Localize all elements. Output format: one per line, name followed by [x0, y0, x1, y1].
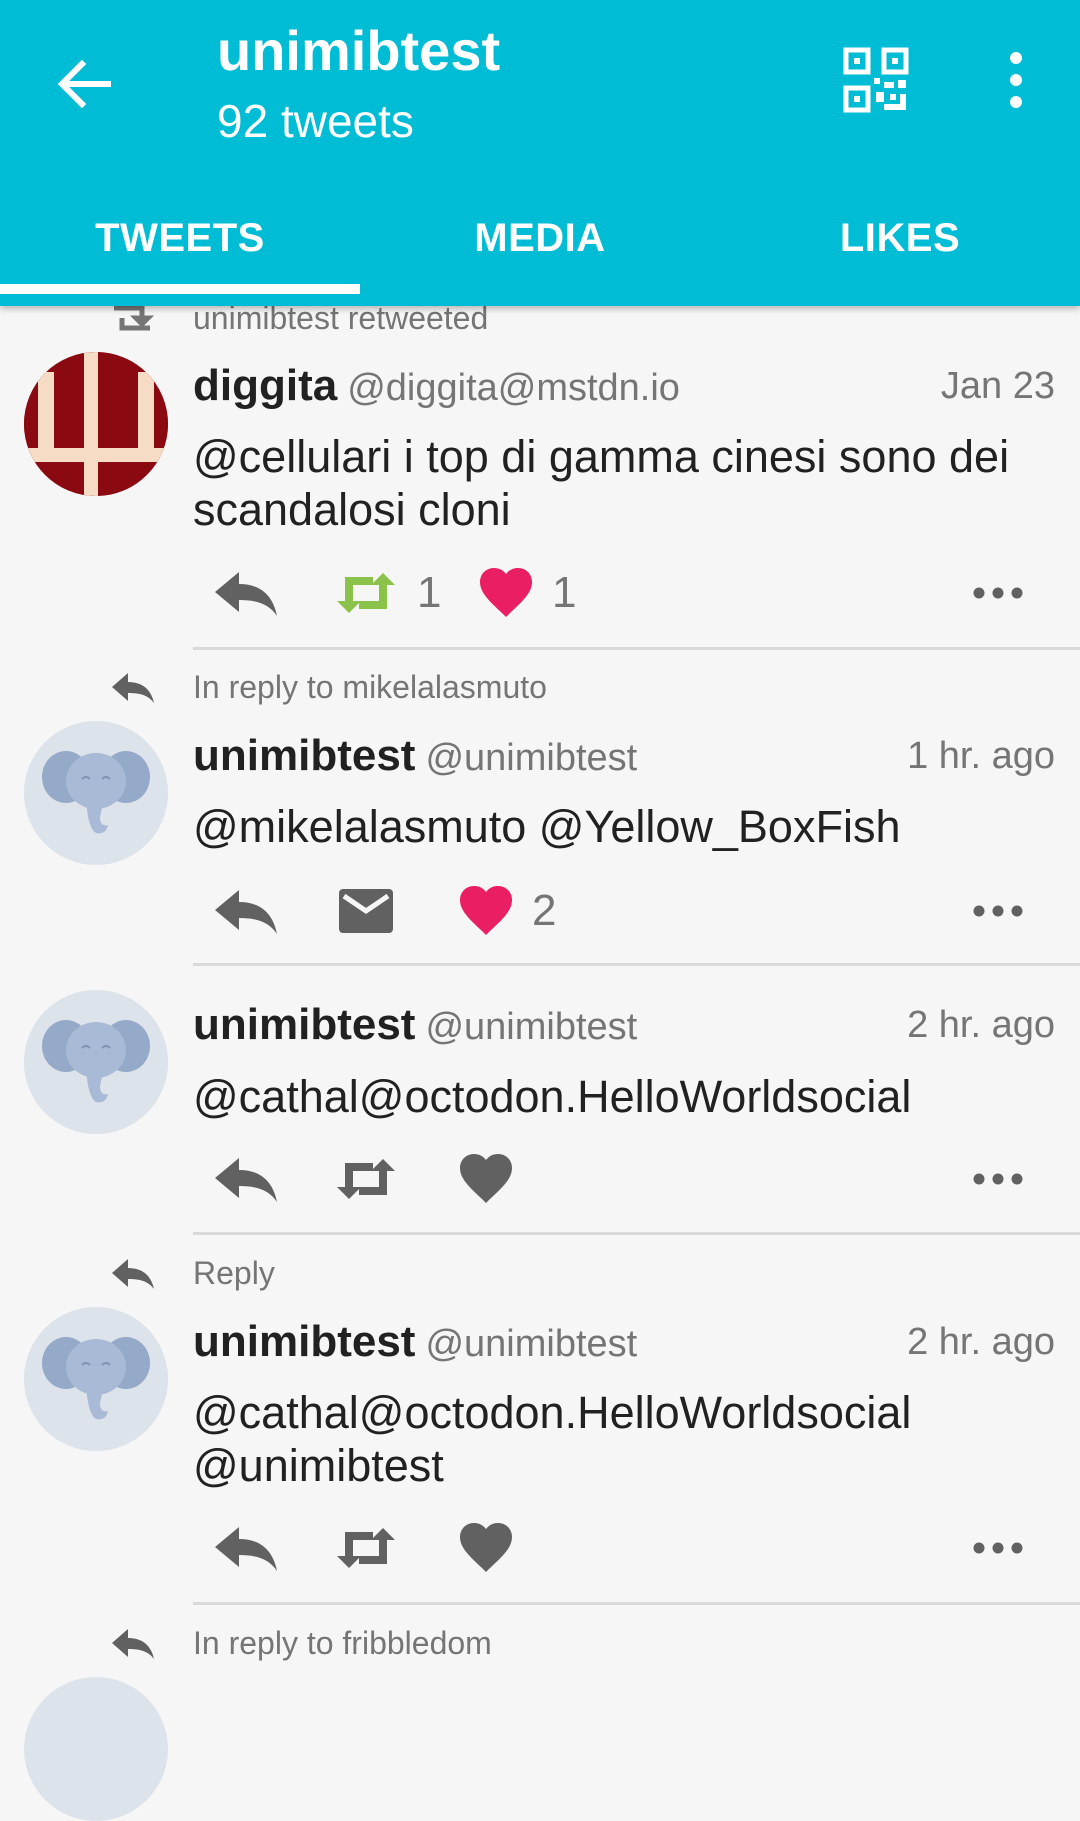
context-text: In reply to mikelalasmuto	[193, 669, 547, 705]
more-options-button[interactable]	[973, 558, 1023, 628]
more-options-button[interactable]	[973, 1513, 1023, 1583]
reply-context: In reply to mikelalasmuto	[0, 667, 1080, 707]
more-options-button[interactable]	[973, 876, 1023, 946]
fav-count: 1	[552, 568, 577, 617]
boost-icon	[337, 1159, 395, 1199]
timestamp: 2 hr. ago	[907, 1004, 1055, 1046]
divider	[193, 647, 1080, 650]
timestamp: Jan 23	[940, 365, 1055, 407]
direct-message-button[interactable]	[339, 876, 393, 946]
more-horizontal-icon	[973, 1542, 1023, 1554]
more-vertical-icon[interactable]	[980, 44, 1052, 116]
fav-count: 2	[532, 886, 557, 935]
timestamp: 1 hr. ago	[907, 735, 1055, 777]
action-bar: 1 1	[193, 558, 1063, 628]
tab-bar: TWEETS MEDIA LIKES	[0, 190, 1080, 306]
heart-icon	[460, 1154, 512, 1203]
display-name: unimibtest	[193, 731, 416, 780]
favourite-button[interactable]: 2	[458, 876, 556, 946]
favourite-button[interactable]	[458, 1144, 514, 1214]
heart-icon	[480, 568, 532, 617]
reply-icon	[112, 1259, 154, 1289]
context-text: In reply to fribbledom	[193, 1625, 492, 1661]
elephant-avatar-icon	[24, 1307, 168, 1451]
reply-button[interactable]	[213, 1144, 279, 1214]
author-line[interactable]: unimibtest @unimibtest	[193, 730, 637, 784]
boost-button[interactable]	[333, 1144, 399, 1214]
elephant-avatar-icon	[24, 721, 168, 865]
elephant-avatar-icon	[24, 990, 168, 1134]
reply-icon	[215, 572, 277, 616]
divider	[193, 1232, 1080, 1235]
tweet-content[interactable]: @cellulari i top di gamma cinesi sono de…	[193, 430, 1053, 536]
author-line[interactable]: diggita @diggita@mstdn.io	[193, 360, 680, 414]
action-bar	[193, 1144, 1063, 1214]
reply-context: In reply to fribbledom	[0, 1623, 1080, 1663]
user-handle: @unimibtest	[425, 737, 638, 779]
boost-button[interactable]: 1	[333, 558, 441, 628]
tweet-content[interactable]: @cathal@octodon.HelloWorldsocial	[193, 1070, 1053, 1123]
display-name: unimibtest	[193, 1317, 416, 1366]
avatar[interactable]	[24, 1307, 168, 1451]
more-horizontal-icon	[973, 587, 1023, 599]
boost-button[interactable]	[333, 1513, 399, 1583]
more-options-button[interactable]	[973, 1144, 1023, 1214]
tab-media[interactable]: MEDIA	[360, 190, 720, 306]
more-horizontal-icon	[973, 1173, 1023, 1185]
reply-button[interactable]	[213, 558, 279, 628]
heart-icon	[460, 1523, 512, 1572]
user-handle: @diggita@mstdn.io	[347, 367, 680, 409]
reply-icon	[215, 1527, 277, 1571]
envelope-icon	[339, 889, 393, 933]
app-bar: unimibtest 92 tweets TWEETS MEDIA LIKES	[0, 0, 1080, 306]
reply-icon	[215, 890, 277, 934]
reply-icon	[112, 1629, 154, 1659]
tab-tweets[interactable]: TWEETS	[0, 190, 360, 306]
action-bar	[193, 1513, 1063, 1583]
reply-button[interactable]	[213, 876, 279, 946]
user-handle: @unimibtest	[425, 1006, 638, 1048]
reply-button[interactable]	[213, 1513, 279, 1583]
more-horizontal-icon	[973, 905, 1023, 917]
display-name: unimibtest	[193, 1000, 416, 1049]
diggita-logo-icon	[24, 352, 168, 496]
avatar[interactable]	[24, 721, 168, 865]
tweet-content[interactable]: @mikelalasmuto @Yellow_BoxFish	[193, 800, 1053, 853]
page-title: unimibtest	[217, 19, 501, 82]
display-name: diggita	[193, 361, 338, 410]
reply-icon	[215, 1158, 277, 1202]
back-arrow-icon[interactable]	[48, 48, 120, 120]
tweet-content[interactable]: @cathal@octodon.HelloWorldsocial @unimib…	[193, 1386, 913, 1492]
reply-icon	[112, 673, 154, 703]
boost-icon	[337, 1528, 395, 1568]
timestamp: 2 hr. ago	[907, 1321, 1055, 1363]
boost-icon	[337, 573, 395, 613]
reply-context: Reply	[0, 1253, 1080, 1293]
favourite-button[interactable]	[458, 1513, 514, 1583]
tab-likes[interactable]: LIKES	[720, 190, 1080, 306]
user-handle: @unimibtest	[425, 1323, 638, 1365]
heart-icon	[460, 886, 512, 935]
divider	[193, 1602, 1080, 1605]
favourite-button[interactable]: 1	[478, 558, 576, 628]
action-bar: 2	[193, 876, 1063, 946]
divider	[193, 963, 1080, 966]
tweet-count: 92 tweets	[217, 95, 414, 147]
qr-code-icon[interactable]	[840, 44, 912, 116]
context-text: Reply	[193, 1255, 275, 1291]
author-line[interactable]: unimibtest @unimibtest	[193, 999, 637, 1053]
avatar[interactable]	[24, 352, 168, 496]
boost-count: 1	[417, 568, 442, 617]
author-line[interactable]: unimibtest @unimibtest	[193, 1316, 637, 1370]
avatar[interactable]	[24, 990, 168, 1134]
